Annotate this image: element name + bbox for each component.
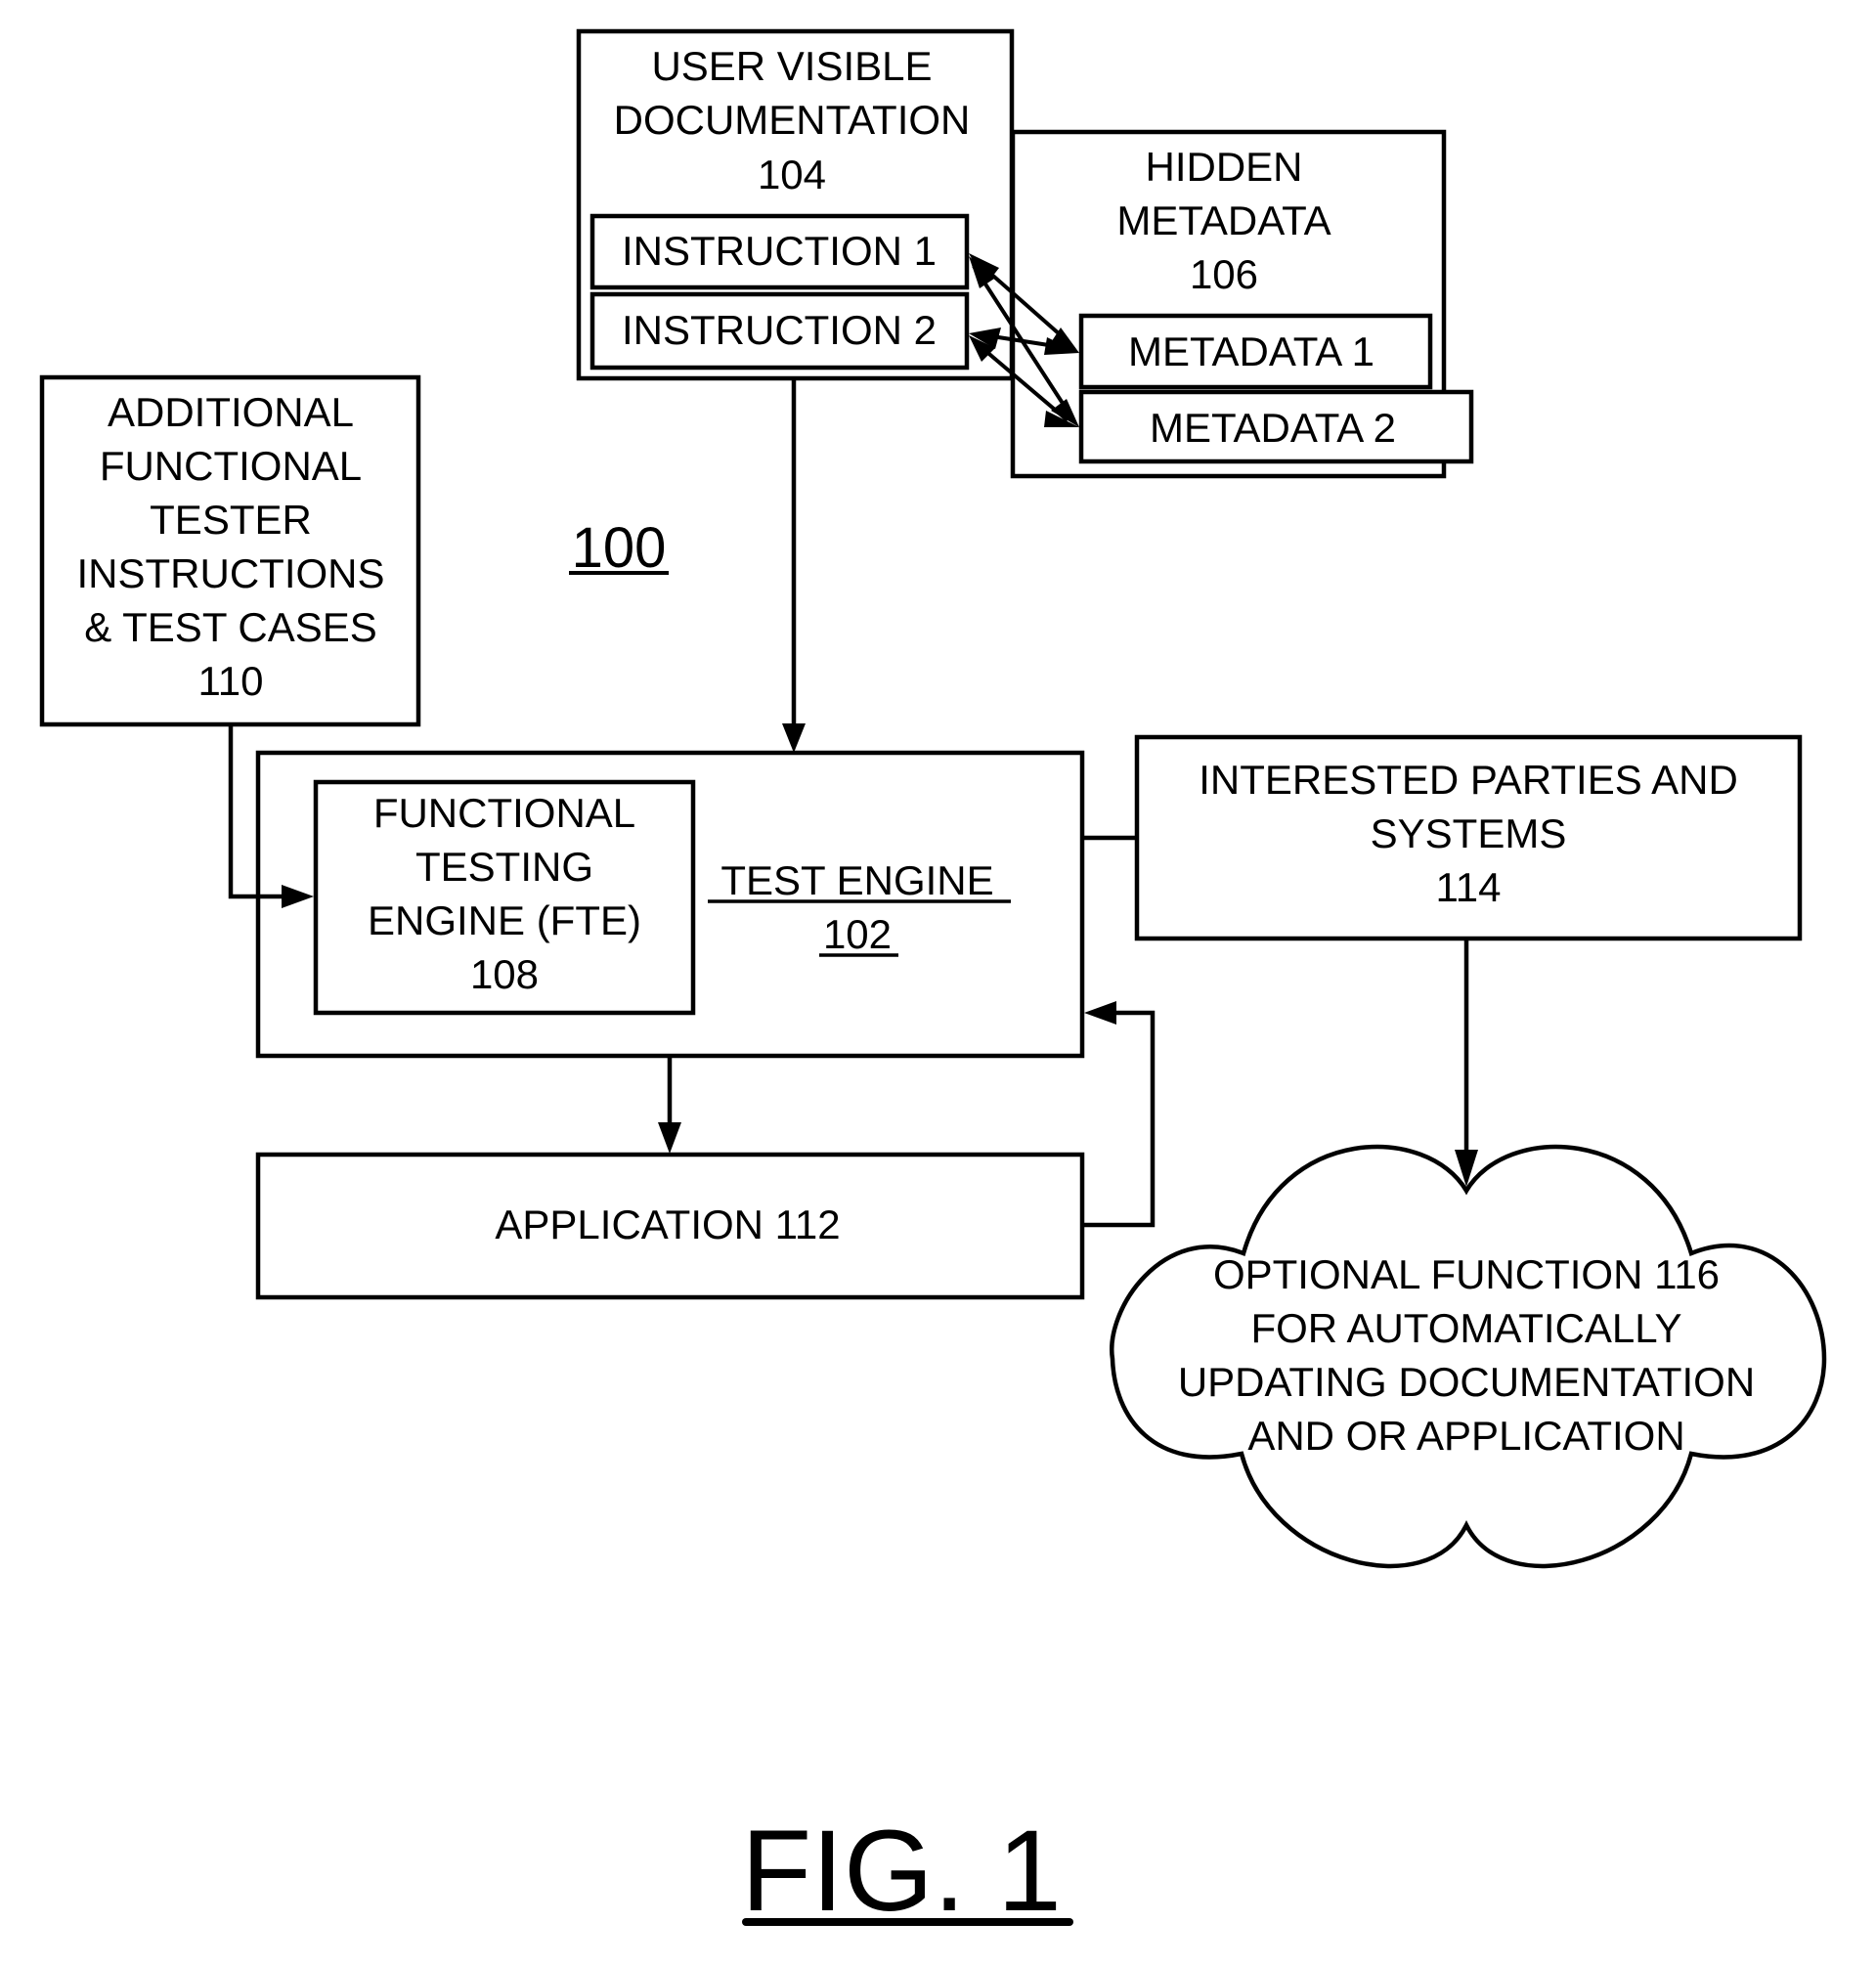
metadata-2-label: METADATA 2	[1150, 405, 1396, 451]
hidden-metadata-label-line-2: METADATA	[1116, 197, 1331, 243]
user-visible-documentation-number: 104	[758, 152, 826, 197]
application-label: APPLICATION 112	[495, 1201, 840, 1247]
test-engine-title: TEST ENGINE	[720, 857, 993, 903]
user-visible-documentation-label-line-2: DOCUMENTATION	[614, 97, 971, 143]
fte-number: 108	[470, 951, 539, 997]
arrowhead-down-icon	[658, 1122, 681, 1154]
hidden-metadata-number: 106	[1190, 251, 1258, 297]
additional-tester-number: 110	[198, 658, 264, 704]
additional-tester-label-line-4: INSTRUCTIONS	[77, 550, 385, 596]
additional-tester-label-line-3: TESTER	[150, 497, 312, 543]
interested-parties-number: 114	[1436, 864, 1502, 910]
cloud-shape-icon	[1110, 1144, 1827, 1569]
additional-tester-label-line-5: & TEST CASES	[84, 604, 377, 650]
optional-function-cloud: OPTIONAL FUNCTION 116 FOR AUTOMATICALLY …	[1110, 1144, 1827, 1569]
additional-tester-instructions-box: ADDITIONAL FUNCTIONAL TESTER INSTRUCTION…	[39, 374, 421, 727]
arrowhead-down-icon	[782, 723, 806, 753]
user-visible-documentation-label-line-1: USER VISIBLE	[651, 43, 932, 89]
optional-function-label-line-4: AND OR APPLICATION	[1247, 1413, 1684, 1459]
instruction-1-label: INSTRUCTION 1	[622, 228, 937, 274]
hidden-metadata-label-line-1: HIDDEN	[1145, 144, 1302, 190]
application-box: APPLICATION 112	[255, 1152, 1085, 1300]
optional-function-label-line-3: UPDATING DOCUMENTATION	[1178, 1359, 1755, 1405]
test-engine-number: 102	[823, 911, 892, 957]
metadata-1-label: METADATA 1	[1128, 328, 1374, 374]
arrowhead-left-icon	[1084, 1001, 1116, 1025]
interested-parties-label-line-1: INTERESTED PARTIES AND	[1199, 757, 1738, 803]
fte-label-line-2: TESTING	[415, 844, 593, 890]
instruction-2-box: INSTRUCTION 2	[589, 291, 970, 371]
additional-tester-label-line-1: ADDITIONAL	[108, 389, 354, 435]
functional-testing-engine-box: FUNCTIONAL TESTING ENGINE (FTE) 108	[313, 779, 696, 1016]
instruction-1-box: INSTRUCTION 1	[589, 213, 970, 290]
interested-parties-box: INTERESTED PARTIES AND SYSTEMS 114	[1134, 734, 1803, 941]
figure-label: FIG. 1	[741, 1807, 1062, 1936]
metadata-2-box: METADATA 2	[1078, 389, 1474, 464]
fte-label-line-3: ENGINE (FTE)	[368, 897, 641, 943]
optional-function-label-line-1: OPTIONAL FUNCTION 116	[1213, 1251, 1720, 1297]
metadata-1-box: METADATA 1	[1078, 313, 1433, 390]
system-diagram: HIDDEN METADATA 106 METADATA 1 METADATA …	[39, 28, 1827, 1936]
optional-function-label-line-2: FOR AUTOMATICALLY	[1250, 1305, 1681, 1351]
instruction-2-label: INSTRUCTION 2	[622, 307, 937, 353]
fte-label-line-1: FUNCTIONAL	[373, 790, 635, 836]
diagram-reference-number: 100	[572, 516, 667, 580]
additional-tester-label-line-2: FUNCTIONAL	[100, 443, 362, 489]
interested-parties-label-line-2: SYSTEMS	[1371, 810, 1567, 856]
connector-application-to-test-engine	[1082, 1010, 1156, 1228]
